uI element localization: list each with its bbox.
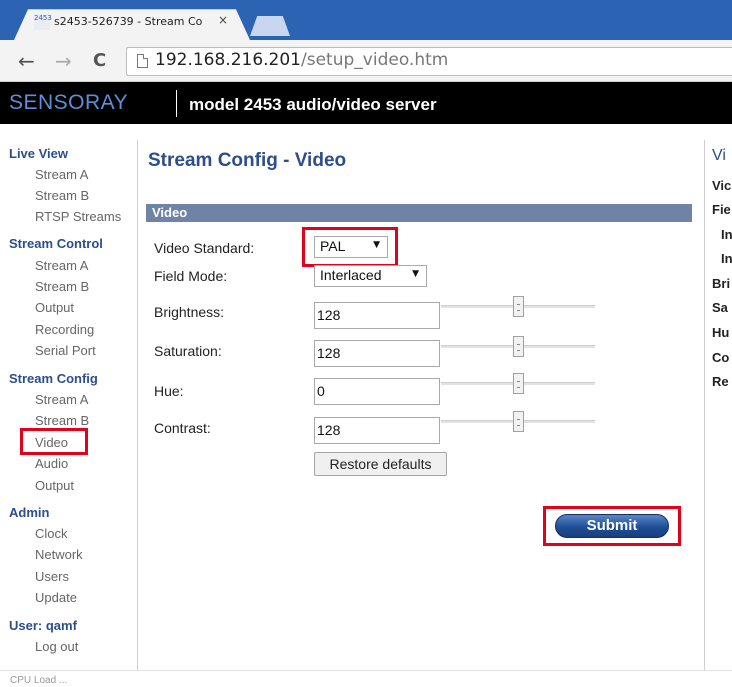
sidebar-item-config-output[interactable]: Output (35, 478, 74, 493)
field-mode-label: Field Mode: (154, 268, 228, 284)
tab-title: s2453-526739 - Stream Co (54, 15, 203, 28)
sidebar-item-users[interactable]: Users (35, 569, 69, 584)
sidebar-item-rtsp-streams[interactable]: RTSP Streams (35, 209, 121, 224)
cpu-load-status: CPU Load ... (10, 675, 68, 686)
sidebar-heading-live-view[interactable]: Live View (9, 146, 68, 161)
sidebar-item-clock[interactable]: Clock (35, 526, 68, 541)
url-path: /setup_video.htm (301, 50, 449, 70)
header-divider (176, 90, 177, 117)
sidebar-item-live-stream-b[interactable]: Stream B (35, 188, 89, 203)
sidebar-item-live-stream-a[interactable]: Stream A (35, 167, 88, 182)
right-column-item: Sa (712, 300, 728, 315)
hue-slider-thumb[interactable] (512, 373, 524, 394)
restore-defaults-button[interactable]: Restore defaults (314, 452, 447, 476)
page-icon (137, 54, 148, 68)
right-column-item: Fie (712, 202, 731, 217)
brightness-slider-thumb[interactable] (512, 296, 524, 317)
sidebar-item-serial-port[interactable]: Serial Port (35, 343, 96, 358)
right-column-item: In (721, 227, 732, 242)
right-column-item: Co (712, 350, 730, 365)
sidebar-heading-stream-control[interactable]: Stream Control (9, 236, 103, 251)
sidebar-item-log-out[interactable]: Log out (35, 639, 78, 654)
video-standard-label: Video Standard: (154, 240, 255, 256)
reload-icon[interactable]: C (93, 50, 106, 71)
field-mode-value: Interlaced (320, 267, 382, 283)
sidebar-item-audio[interactable]: Audio (35, 456, 68, 471)
close-tab-icon[interactable]: × (218, 13, 228, 27)
brand-logo: SENSORAY (9, 91, 129, 114)
right-column-item: Hu (712, 325, 730, 340)
forward-arrow-icon[interactable]: → (55, 49, 72, 73)
back-arrow-icon[interactable]: ← (18, 49, 35, 73)
brightness-label: Brightness: (154, 304, 225, 320)
field-mode-select[interactable]: Interlaced ▼ (314, 265, 427, 287)
video-nav-highlight (20, 428, 88, 455)
sidebar-item-network[interactable]: Network (35, 547, 83, 562)
video-standard-highlight (302, 227, 398, 267)
contrast-label: Contrast: (154, 420, 211, 436)
url-host: 192.168.216.201 (155, 50, 302, 70)
brightness-input[interactable]: 128 (314, 302, 440, 329)
sidebar-heading-admin[interactable]: Admin (9, 505, 49, 520)
sidebar-item-control-output[interactable]: Output (35, 300, 74, 315)
sidebar-divider (137, 140, 138, 670)
hue-input[interactable]: 0 (314, 378, 440, 405)
sidebar-item-control-stream-a[interactable]: Stream A (35, 258, 88, 273)
right-column-item: Vic (712, 178, 732, 193)
sidebar-item-recording[interactable]: Recording (35, 322, 94, 337)
right-column-title: Vi (712, 147, 726, 164)
section-header (146, 204, 692, 222)
right-column-item: Bri (712, 276, 731, 291)
sidebar-heading-stream-config[interactable]: Stream Config (9, 371, 98, 386)
sidebar-item-config-stream-b[interactable]: Stream B (35, 413, 89, 428)
right-column-divider (704, 140, 705, 670)
contrast-slider-thumb[interactable] (512, 411, 524, 432)
hue-label: Hue: (154, 383, 184, 399)
right-column-item: In (721, 251, 732, 266)
dropdown-arrow-icon: ▼ (412, 269, 419, 279)
sidebar-item-config-stream-a[interactable]: Stream A (35, 392, 88, 407)
right-column-item: Re (712, 374, 729, 389)
url-text[interactable]: 192.168.216.201/setup_video.htm (155, 50, 448, 70)
section-title: Video (152, 205, 188, 220)
saturation-label: Saturation: (154, 343, 222, 359)
footer-divider (0, 670, 732, 671)
submit-highlight (543, 506, 681, 546)
saturation-input[interactable]: 128 (314, 340, 440, 367)
sidebar-item-control-stream-b[interactable]: Stream B (35, 279, 89, 294)
saturation-slider-thumb[interactable] (512, 336, 524, 357)
model-title: model 2453 audio/video server (189, 95, 437, 114)
page-title: Stream Config - Video (148, 150, 347, 171)
sidebar-item-update[interactable]: Update (35, 590, 77, 605)
sidebar-heading-user: User: qamf (9, 618, 77, 633)
favicon-icon: 2453 (34, 14, 52, 30)
contrast-input[interactable]: 128 (314, 417, 440, 444)
